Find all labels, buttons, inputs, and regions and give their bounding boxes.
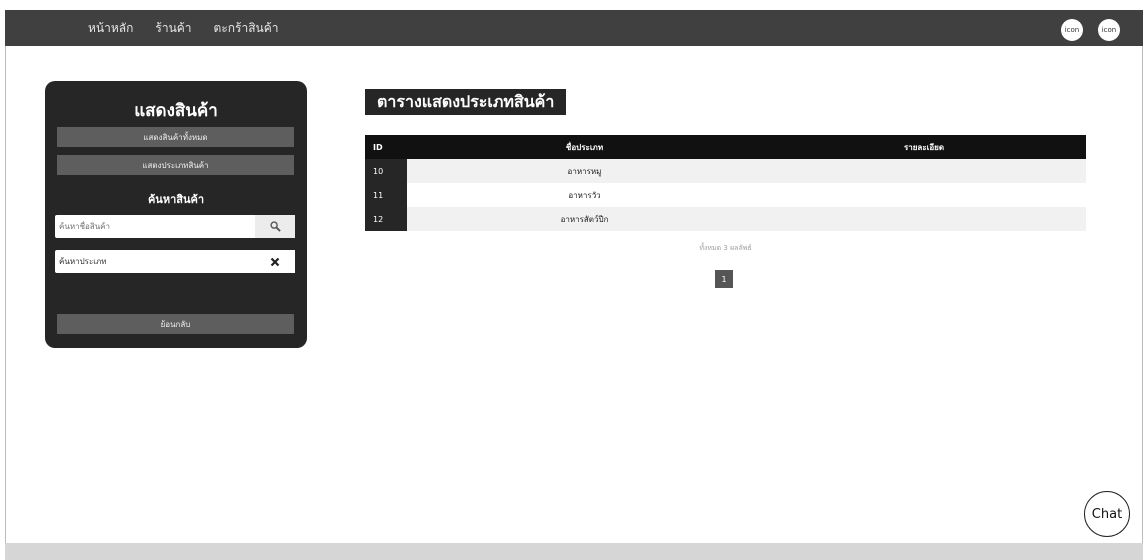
top-navbar: หน้าหลัก ร้านค้า ตะกร้าสินค้า icon icon — [5, 10, 1143, 46]
show-product-types-button[interactable]: แสดงประเภทสินค้า — [57, 155, 294, 175]
search-type-input[interactable] — [59, 250, 249, 273]
row-name-cell: อาหารวัว — [568, 190, 601, 200]
row-name-cell: อาหารหมู — [567, 166, 602, 176]
page-title: ตารางแสดงประเภทสินค้า — [365, 89, 567, 115]
clear-icon[interactable] — [255, 250, 295, 273]
nav-home-link[interactable]: หน้าหลัก — [88, 19, 133, 38]
back-button[interactable]: ย้อนกลับ — [57, 314, 294, 334]
row-name-cell: อาหารสัตว์ปีก — [560, 214, 609, 224]
main-nav: หน้าหลัก ร้านค้า ตะกร้าสินค้า — [88, 10, 279, 46]
header-icon-button-right[interactable]: icon — [1098, 19, 1120, 41]
row-id-cell: 11 — [365, 183, 407, 207]
table-row[interactable]: 12 อาหารสัตว์ปีก — [365, 207, 1086, 231]
sidebar-title: แสดงสินค้า — [134, 101, 218, 121]
footer-bar — [5, 543, 1143, 560]
sidebar-panel: แสดงสินค้า แสดงสินค้าทั้งหมด แสดงประเภทส… — [45, 81, 307, 348]
search-icon-glyph — [269, 221, 281, 232]
column-header-detail[interactable]: รายละเอียด — [762, 135, 1086, 159]
row-detail-cell — [762, 183, 1086, 207]
show-all-products-button[interactable]: แสดงสินค้าทั้งหมด — [57, 127, 294, 147]
nav-cart-link[interactable]: ตะกร้าสินค้า — [214, 19, 279, 38]
header-icon-button-left[interactable]: icon — [1061, 19, 1083, 41]
pagination-page-button[interactable]: 1 — [715, 270, 733, 288]
table-row[interactable]: 10 อาหารหมู — [365, 159, 1086, 183]
close-icon — [270, 257, 280, 266]
table-header-row: ID ชื่อประเภท รายละเอียด — [365, 135, 1086, 159]
column-header-name[interactable]: ชื่อประเภท — [407, 135, 762, 159]
chat-button[interactable]: Chat — [1084, 491, 1130, 537]
row-detail-cell — [762, 207, 1086, 231]
nav-shop-link[interactable]: ร้านค้า — [155, 19, 191, 38]
search-name-input[interactable] — [59, 215, 249, 238]
product-types-table: ID ชื่อประเภท รายละเอียด 10 อาหารหมู 11 … — [365, 135, 1086, 231]
row-id-cell: 12 — [365, 207, 407, 231]
result-count: ทั้งหมด 3 ผลลัพธ์ — [699, 244, 752, 252]
search-type-field — [55, 250, 295, 273]
row-id-cell: 10 — [365, 159, 407, 183]
search-name-field — [55, 215, 295, 238]
search-section-title: ค้นหาสินค้า — [147, 193, 205, 206]
search-icon[interactable] — [255, 215, 295, 238]
column-header-id[interactable]: ID — [365, 135, 407, 159]
row-detail-cell — [762, 159, 1086, 183]
table-row[interactable]: 11 อาหารวัว — [365, 183, 1086, 207]
